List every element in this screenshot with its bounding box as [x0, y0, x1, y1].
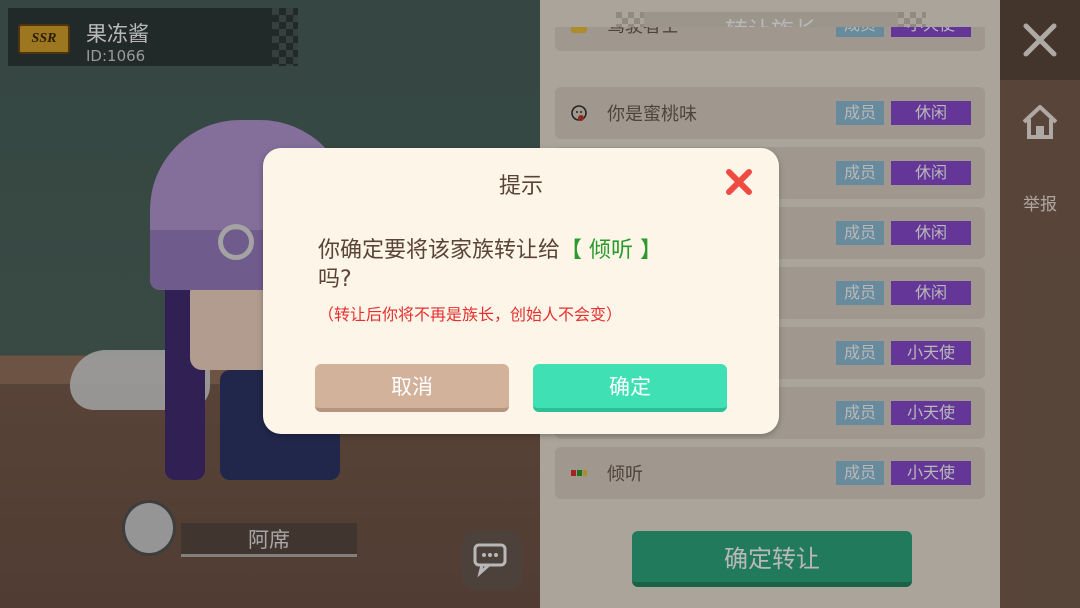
target-member-name: 【 倾听 】	[560, 238, 663, 263]
cancel-button[interactable]: 取消	[315, 364, 509, 412]
dialog-warning-note: （转让后你将不再是族长，创始人不会变）	[318, 305, 623, 324]
close-icon[interactable]	[725, 168, 753, 196]
ok-button[interactable]: 确定	[533, 364, 727, 412]
dialog-message: 你确定要将该家族转让给【 倾听 】吗?	[318, 236, 738, 294]
message-prefix: 你确定要将该家族转让给	[318, 238, 561, 263]
message-suffix: 吗?	[318, 267, 352, 292]
dialog-title: 提示	[498, 174, 543, 199]
confirm-dialog: 提示 你确定要将该家族转让给【 倾听 】吗? （转让后你将不再是族长，创始人不会…	[263, 148, 779, 434]
